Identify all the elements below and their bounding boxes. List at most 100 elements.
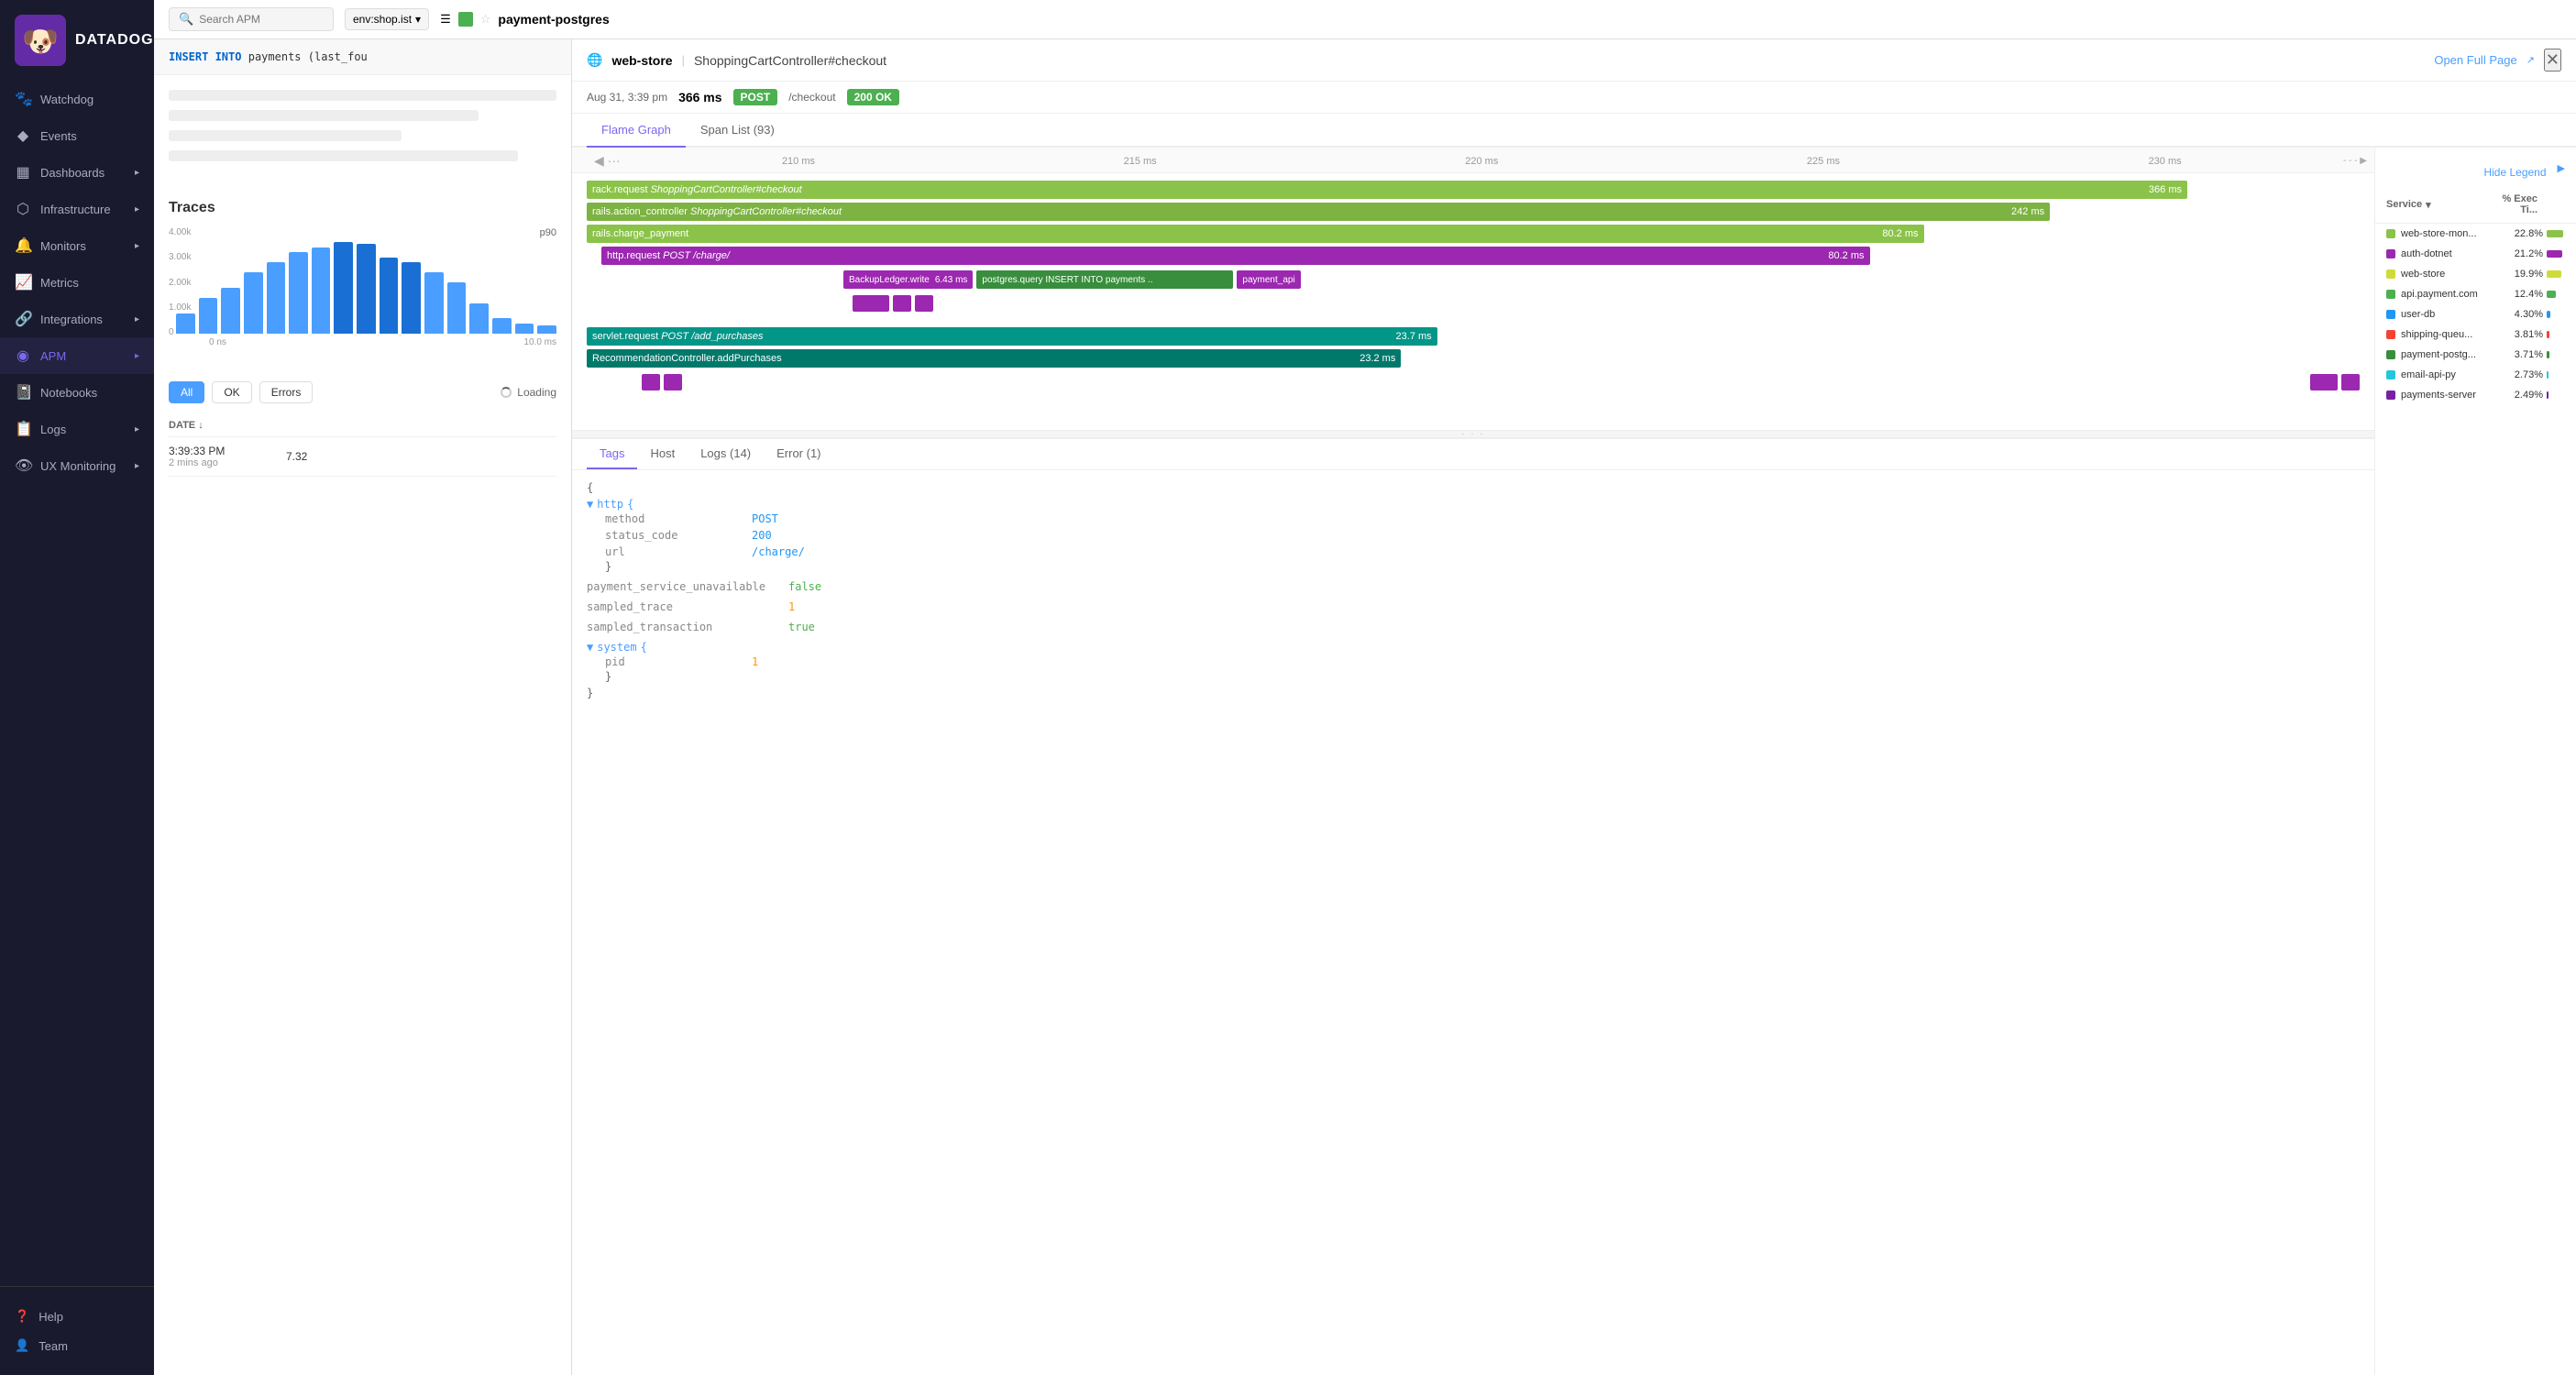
- tab-flame-graph[interactable]: Flame Graph: [587, 114, 686, 148]
- rec-mini-bar-1[interactable]: [642, 374, 660, 390]
- sub-spans-row: BackupLedger.write 6.43 ms postgres.quer…: [829, 269, 2374, 291]
- flame-bar-servlet[interactable]: servlet.request POST /add_purchases 23.7…: [587, 327, 1437, 346]
- flame-bar-rails-action[interactable]: rails.action_controller ShoppingCartCont…: [587, 203, 2050, 221]
- chart-bar[interactable]: [267, 262, 286, 334]
- flame-row-http[interactable]: http.request POST /charge/ 80.2 ms: [572, 247, 2374, 267]
- legend-row[interactable]: user-db 4.30%: [2375, 304, 2576, 324]
- system-group-toggle[interactable]: ▼ system {: [587, 641, 2360, 654]
- sidebar-item-logs[interactable]: 📋 Logs ▸: [0, 411, 154, 447]
- backup-ledger-bar[interactable]: BackupLedger.write 6.43 ms: [843, 270, 973, 289]
- flame-row-charge[interactable]: rails.charge_payment 80.2 ms: [572, 225, 2374, 245]
- chart-bar[interactable]: [447, 282, 467, 334]
- legend-bar: [2547, 391, 2548, 399]
- flame-bar-recommendation[interactable]: RecommendationController.addPurchases 23…: [587, 349, 1401, 368]
- tab-error[interactable]: Error (1): [764, 439, 833, 469]
- timeline-nav-left[interactable]: ◀ ···: [587, 153, 628, 169]
- flame-row-servlet[interactable]: servlet.request POST /add_purchases 23.7…: [572, 327, 2374, 347]
- filter-errors-button[interactable]: Errors: [259, 381, 314, 403]
- trace-header: 🌐 web-store | ShoppingCartController#che…: [572, 39, 2576, 82]
- tab-span-list[interactable]: Span List (93): [686, 114, 789, 148]
- team-icon: 👤: [15, 1338, 29, 1353]
- env-selector[interactable]: env:shop.ist ▾: [345, 8, 429, 30]
- legend-pct-value: 4.30%: [2497, 309, 2543, 320]
- sidebar-item-metrics[interactable]: 📈 Metrics: [0, 264, 154, 301]
- sidebar-item-monitors[interactable]: 🔔 Monitors ▸: [0, 227, 154, 264]
- flame-bar-rack[interactable]: rack.request ShoppingCartController#chec…: [587, 181, 2187, 199]
- sidebar-item-watchdog[interactable]: 🐾 Watchdog: [0, 81, 154, 117]
- chart-bar[interactable]: [221, 288, 240, 334]
- sidebar-item-apm[interactable]: ◉ APM ▸: [0, 337, 154, 374]
- tab-logs[interactable]: Logs (14): [688, 439, 764, 469]
- legend-row[interactable]: web-store 19.9%: [2375, 264, 2576, 284]
- close-button[interactable]: ✕: [2544, 49, 2561, 72]
- http-group-toggle[interactable]: ▼ http {: [587, 498, 2360, 511]
- chart-bar[interactable]: [492, 318, 512, 334]
- chart-bar[interactable]: [289, 252, 308, 334]
- trace-row[interactable]: 3:39:33 PM 2 mins ago 7.32: [169, 437, 556, 477]
- chart-bar[interactable]: [199, 298, 218, 334]
- legend-row[interactable]: auth-dotnet 21.2%: [2375, 244, 2576, 264]
- filter-ok-button[interactable]: OK: [212, 381, 251, 403]
- servlet-label: servlet.request POST /add_purchases: [592, 331, 764, 342]
- chart-bar[interactable]: [469, 303, 489, 334]
- loading-text: Loading: [517, 386, 556, 399]
- chart-bar[interactable]: [334, 242, 353, 334]
- mini-bar-1[interactable]: [853, 295, 889, 312]
- tab-host[interactable]: Host: [637, 439, 688, 469]
- postgres-bar[interactable]: postgres.query INSERT INTO payments ..: [976, 270, 1233, 289]
- sidebar-item-label: APM: [40, 349, 66, 363]
- rec-mini-bar-3[interactable]: [2310, 374, 2338, 390]
- tab-tags[interactable]: Tags: [587, 439, 637, 469]
- legend-bar: [2547, 250, 2562, 258]
- sidebar-item-infrastructure[interactable]: ⬡ Infrastructure ▸: [0, 191, 154, 227]
- system-close-brace: }: [587, 670, 2360, 683]
- chart-bar[interactable]: [312, 248, 331, 334]
- chart-bar[interactable]: [515, 324, 534, 334]
- chart-bar[interactable]: [380, 258, 399, 334]
- table-header: DATE ↓: [169, 414, 556, 437]
- flame-bar-http[interactable]: http.request POST /charge/ 80.2 ms: [601, 247, 1870, 265]
- chart-bar[interactable]: [537, 325, 556, 334]
- legend-row[interactable]: shipping-queu... 3.81%: [2375, 324, 2576, 345]
- hide-legend-button[interactable]: Hide Legend: [2472, 159, 2557, 186]
- search-box[interactable]: 🔍: [169, 7, 334, 31]
- logo-text: DATADOG: [75, 32, 154, 49]
- filter-all-button[interactable]: All: [169, 381, 204, 403]
- chart-bar[interactable]: [424, 272, 444, 334]
- trace-separator: |: [682, 53, 685, 67]
- payment-api-bar[interactable]: payment_api: [1237, 270, 1300, 289]
- sidebar-item-notebooks[interactable]: 📓 Notebooks: [0, 374, 154, 411]
- legend-row[interactable]: api.payment.com 12.4%: [2375, 284, 2576, 304]
- sort-dropdown-icon[interactable]: ▾: [2426, 199, 2431, 211]
- chart-bar[interactable]: [357, 244, 376, 334]
- date-column-header[interactable]: DATE ↓: [169, 420, 279, 431]
- legend-row[interactable]: email-api-py 2.73%: [2375, 365, 2576, 385]
- pct-column-header: % Exec Ti...: [2482, 193, 2537, 215]
- mini-bar-2[interactable]: [893, 295, 911, 312]
- open-full-page-button[interactable]: Open Full Page: [2434, 53, 2516, 67]
- chart-bar[interactable]: [244, 272, 263, 334]
- traces-title: Traces: [169, 200, 556, 216]
- flame-row-rails-action[interactable]: rails.action_controller ShoppingCartCont…: [572, 203, 2374, 223]
- star-icon[interactable]: ☆: [480, 12, 491, 27]
- mini-bar-3[interactable]: [915, 295, 933, 312]
- flame-row-recommendation[interactable]: RecommendationController.addPurchases 23…: [572, 349, 2374, 369]
- legend-row[interactable]: payments-server 2.49%: [2375, 385, 2576, 405]
- sidebar-item-events[interactable]: ◆ Events: [0, 117, 154, 154]
- http-duration: 80.2 ms: [1828, 250, 1864, 261]
- chart-bar[interactable]: [402, 262, 421, 334]
- sidebar-item-ux-monitoring[interactable]: 👁 UX Monitoring ▸: [0, 447, 154, 484]
- rec-mini-bar-4[interactable]: [2341, 374, 2360, 390]
- rec-mini-bar-2[interactable]: [664, 374, 682, 390]
- legend-row[interactable]: payment-postg... 3.71%: [2375, 345, 2576, 365]
- sidebar-item-integrations[interactable]: 🔗 Integrations ▸: [0, 301, 154, 337]
- flame-bar-charge[interactable]: rails.charge_payment 80.2 ms: [587, 225, 1924, 243]
- sidebar-item-dashboards[interactable]: ▦ Dashboards ▸: [0, 154, 154, 191]
- sidebar-bottom-team[interactable]: 👤 Team: [15, 1331, 139, 1360]
- search-input[interactable]: [199, 13, 324, 26]
- resize-handle[interactable]: · · ·: [572, 430, 2374, 437]
- timeline-nav-right[interactable]: - - - ▶: [2336, 156, 2374, 166]
- flame-row-rack[interactable]: rack.request ShoppingCartController#chec…: [572, 181, 2374, 201]
- legend-row[interactable]: web-store-mon... 22.8%: [2375, 224, 2576, 244]
- sidebar-bottom-help[interactable]: ❓ Help: [15, 1302, 139, 1331]
